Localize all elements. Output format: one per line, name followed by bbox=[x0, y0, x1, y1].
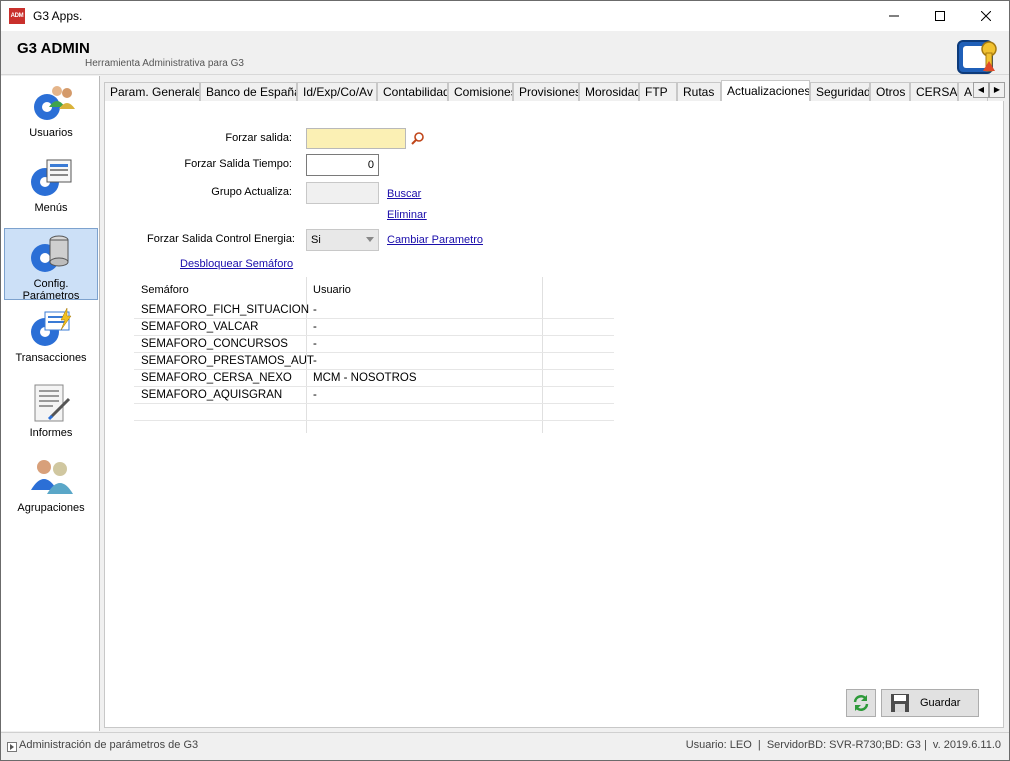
sidebar-item-transacciones[interactable]: Transacciones bbox=[4, 303, 98, 375]
table-row-empty bbox=[134, 404, 614, 421]
column-header-semaforo[interactable]: Semáforo bbox=[141, 284, 189, 296]
app-subtitle: Herramienta Administrativa para G3 bbox=[85, 58, 244, 69]
tab-banco-de-espana[interactable]: Banco de España bbox=[200, 82, 297, 101]
table-row[interactable]: SEMAFORO_AQUISGRAN - bbox=[134, 387, 614, 404]
usuario-cell: MCM - NOSOTROS bbox=[313, 372, 417, 384]
sidebar-item-label: Config. Parámetros bbox=[22, 278, 80, 302]
sidebar-item-informes[interactable]: Informes bbox=[4, 378, 98, 450]
control-energia-select[interactable]: Si bbox=[306, 229, 379, 251]
sidebar: Usuarios Menús Config. Parámetros Transa… bbox=[1, 76, 100, 731]
sidebar-item-label: Transacciones bbox=[15, 352, 87, 364]
semaforo-cell: SEMAFORO_VALCAR bbox=[141, 321, 259, 333]
users-gear-icon bbox=[34, 86, 75, 120]
tab-provisiones[interactable]: Provisiones bbox=[513, 82, 579, 101]
status-bar: Administración de parámetros de G3 Usuar… bbox=[1, 732, 1009, 760]
semaforo-cell: SEMAFORO_CONCURSOS bbox=[141, 338, 288, 350]
tab-rutas[interactable]: Rutas bbox=[677, 82, 721, 101]
eliminar-link[interactable]: Eliminar bbox=[387, 209, 427, 221]
semaforo-cell: SEMAFORO_PRESTAMOS_AUT bbox=[141, 355, 314, 367]
tab-actualizaciones[interactable]: Actualizaciones bbox=[721, 80, 810, 101]
sidebar-item-config-parametros[interactable]: Config. Parámetros bbox=[4, 228, 98, 302]
tab-param-generales[interactable]: Param. Generales bbox=[104, 82, 200, 101]
maximize-button[interactable] bbox=[917, 1, 963, 31]
sidebar-item-label: Menús bbox=[34, 202, 68, 214]
table-row[interactable]: SEMAFORO_CONCURSOS - bbox=[134, 336, 614, 353]
transaction-gear-icon bbox=[31, 307, 72, 346]
desbloquear-semaforo-link[interactable]: Desbloquear Semáforo bbox=[180, 258, 293, 270]
close-icon bbox=[981, 11, 991, 21]
table-row[interactable]: SEMAFORO_VALCAR - bbox=[134, 319, 614, 336]
maximize-icon bbox=[935, 11, 945, 21]
tab-contabilidad[interactable]: Contabilidad bbox=[377, 82, 448, 101]
database-gear-icon bbox=[31, 235, 69, 272]
tab-comisiones[interactable]: Comisiones bbox=[448, 82, 513, 101]
tab-strip: Param. Generales Banco de España Id/Exp/… bbox=[104, 80, 1004, 102]
column-header-usuario[interactable]: Usuario bbox=[313, 284, 351, 296]
table-header: Semáforo Usuario bbox=[134, 277, 544, 301]
sidebar-item-label: Informes bbox=[29, 427, 73, 439]
usuario-cell: - bbox=[313, 389, 317, 401]
tab-cersa[interactable]: CERSA bbox=[910, 82, 958, 101]
refresh-button[interactable] bbox=[846, 689, 876, 717]
guardar-button[interactable]: Guardar bbox=[881, 689, 979, 717]
sidebar-item-usuarios[interactable]: Usuarios bbox=[4, 78, 98, 150]
app-name: G3 ADMIN bbox=[17, 40, 90, 57]
tab-id-exp-co-av[interactable]: Id/Exp/Co/Av bbox=[297, 82, 377, 101]
refresh-icon bbox=[853, 695, 869, 711]
forzar-salida-tiempo-label: Forzar Salida Tiempo: bbox=[184, 158, 292, 170]
tab-scroll-left-icon[interactable]: ◀ bbox=[973, 82, 989, 98]
table-row[interactable]: SEMAFORO_FICH_SITUACION - bbox=[134, 302, 614, 319]
expand-icon bbox=[7, 742, 17, 752]
semaforo-cell: SEMAFORO_CERSA_NEXO bbox=[141, 372, 292, 384]
report-icon bbox=[34, 384, 71, 422]
semaforo-cell: SEMAFORO_AQUISGRAN bbox=[141, 389, 283, 401]
chevron-down-icon bbox=[366, 237, 374, 242]
forzar-salida-input[interactable] bbox=[306, 128, 406, 149]
minimize-button[interactable] bbox=[871, 1, 917, 31]
usuario-cell: - bbox=[313, 321, 317, 333]
group-users-icon bbox=[31, 460, 73, 494]
control-energia-value: Si bbox=[311, 234, 321, 246]
save-icon bbox=[891, 694, 909, 712]
tab-scroll-right-icon[interactable]: ▶ bbox=[989, 82, 1005, 98]
search-icon[interactable] bbox=[411, 131, 425, 145]
tab-otros[interactable]: Otros bbox=[870, 82, 910, 101]
grupo-actualiza-label: Grupo Actualiza: bbox=[211, 186, 292, 198]
app-logo-icon bbox=[957, 40, 997, 74]
sidebar-item-label: Usuarios bbox=[29, 127, 73, 139]
guardar-label: Guardar bbox=[920, 697, 961, 709]
forzar-salida-control-energia-label: Forzar Salida Control Energia: bbox=[147, 233, 295, 245]
tab-scroll-arrows: ◀ ▶ bbox=[973, 82, 1005, 98]
close-button[interactable] bbox=[963, 1, 1009, 31]
status-left-text: Administración de parámetros de G3 bbox=[19, 739, 199, 751]
semaforo-table: Semáforo Usuario SEMAFORO_FICH_SITUACION… bbox=[134, 277, 614, 433]
tab-ftp[interactable]: FTP bbox=[639, 82, 677, 101]
table-row[interactable]: SEMAFORO_CERSA_NEXO MCM - NOSOTROS bbox=[134, 370, 614, 387]
grupo-actualiza-input bbox=[306, 182, 379, 204]
status-right-text: Usuario: LEO | ServidorBD: SVR-R730;BD: … bbox=[685, 739, 1001, 751]
tab-seguridad[interactable]: Seguridad bbox=[810, 82, 870, 101]
window-title: G3 Apps. bbox=[33, 9, 83, 23]
menu-gear-icon bbox=[31, 159, 72, 196]
app-icon: ADM bbox=[9, 8, 25, 24]
forzar-salida-tiempo-input[interactable] bbox=[306, 154, 379, 176]
usuario-cell: - bbox=[313, 304, 317, 316]
table-row[interactable]: SEMAFORO_PRESTAMOS_AUT - bbox=[134, 353, 614, 370]
sidebar-item-menus[interactable]: Menús bbox=[4, 153, 98, 225]
cambiar-parametro-link[interactable]: Cambiar Parametro bbox=[387, 234, 483, 246]
title-bar: ADM G3 Apps. bbox=[1, 1, 1009, 31]
semaforo-cell: SEMAFORO_FICH_SITUACION bbox=[141, 304, 310, 316]
buscar-link[interactable]: Buscar bbox=[387, 188, 421, 200]
tab-morosidad[interactable]: Morosidad bbox=[579, 82, 639, 101]
sidebar-item-label: Agrupaciones bbox=[17, 502, 85, 514]
usuario-cell: - bbox=[313, 355, 317, 367]
usuario-cell: - bbox=[313, 338, 317, 350]
forzar-salida-label: Forzar salida: bbox=[225, 132, 292, 144]
minimize-icon bbox=[889, 15, 899, 17]
app-header: G3 ADMIN Herramienta Administrativa para… bbox=[1, 31, 1009, 75]
sidebar-item-agrupaciones[interactable]: Agrupaciones bbox=[4, 453, 98, 525]
app-window: ADM G3 Apps. G3 ADMIN Herramienta Admini… bbox=[0, 0, 1010, 761]
